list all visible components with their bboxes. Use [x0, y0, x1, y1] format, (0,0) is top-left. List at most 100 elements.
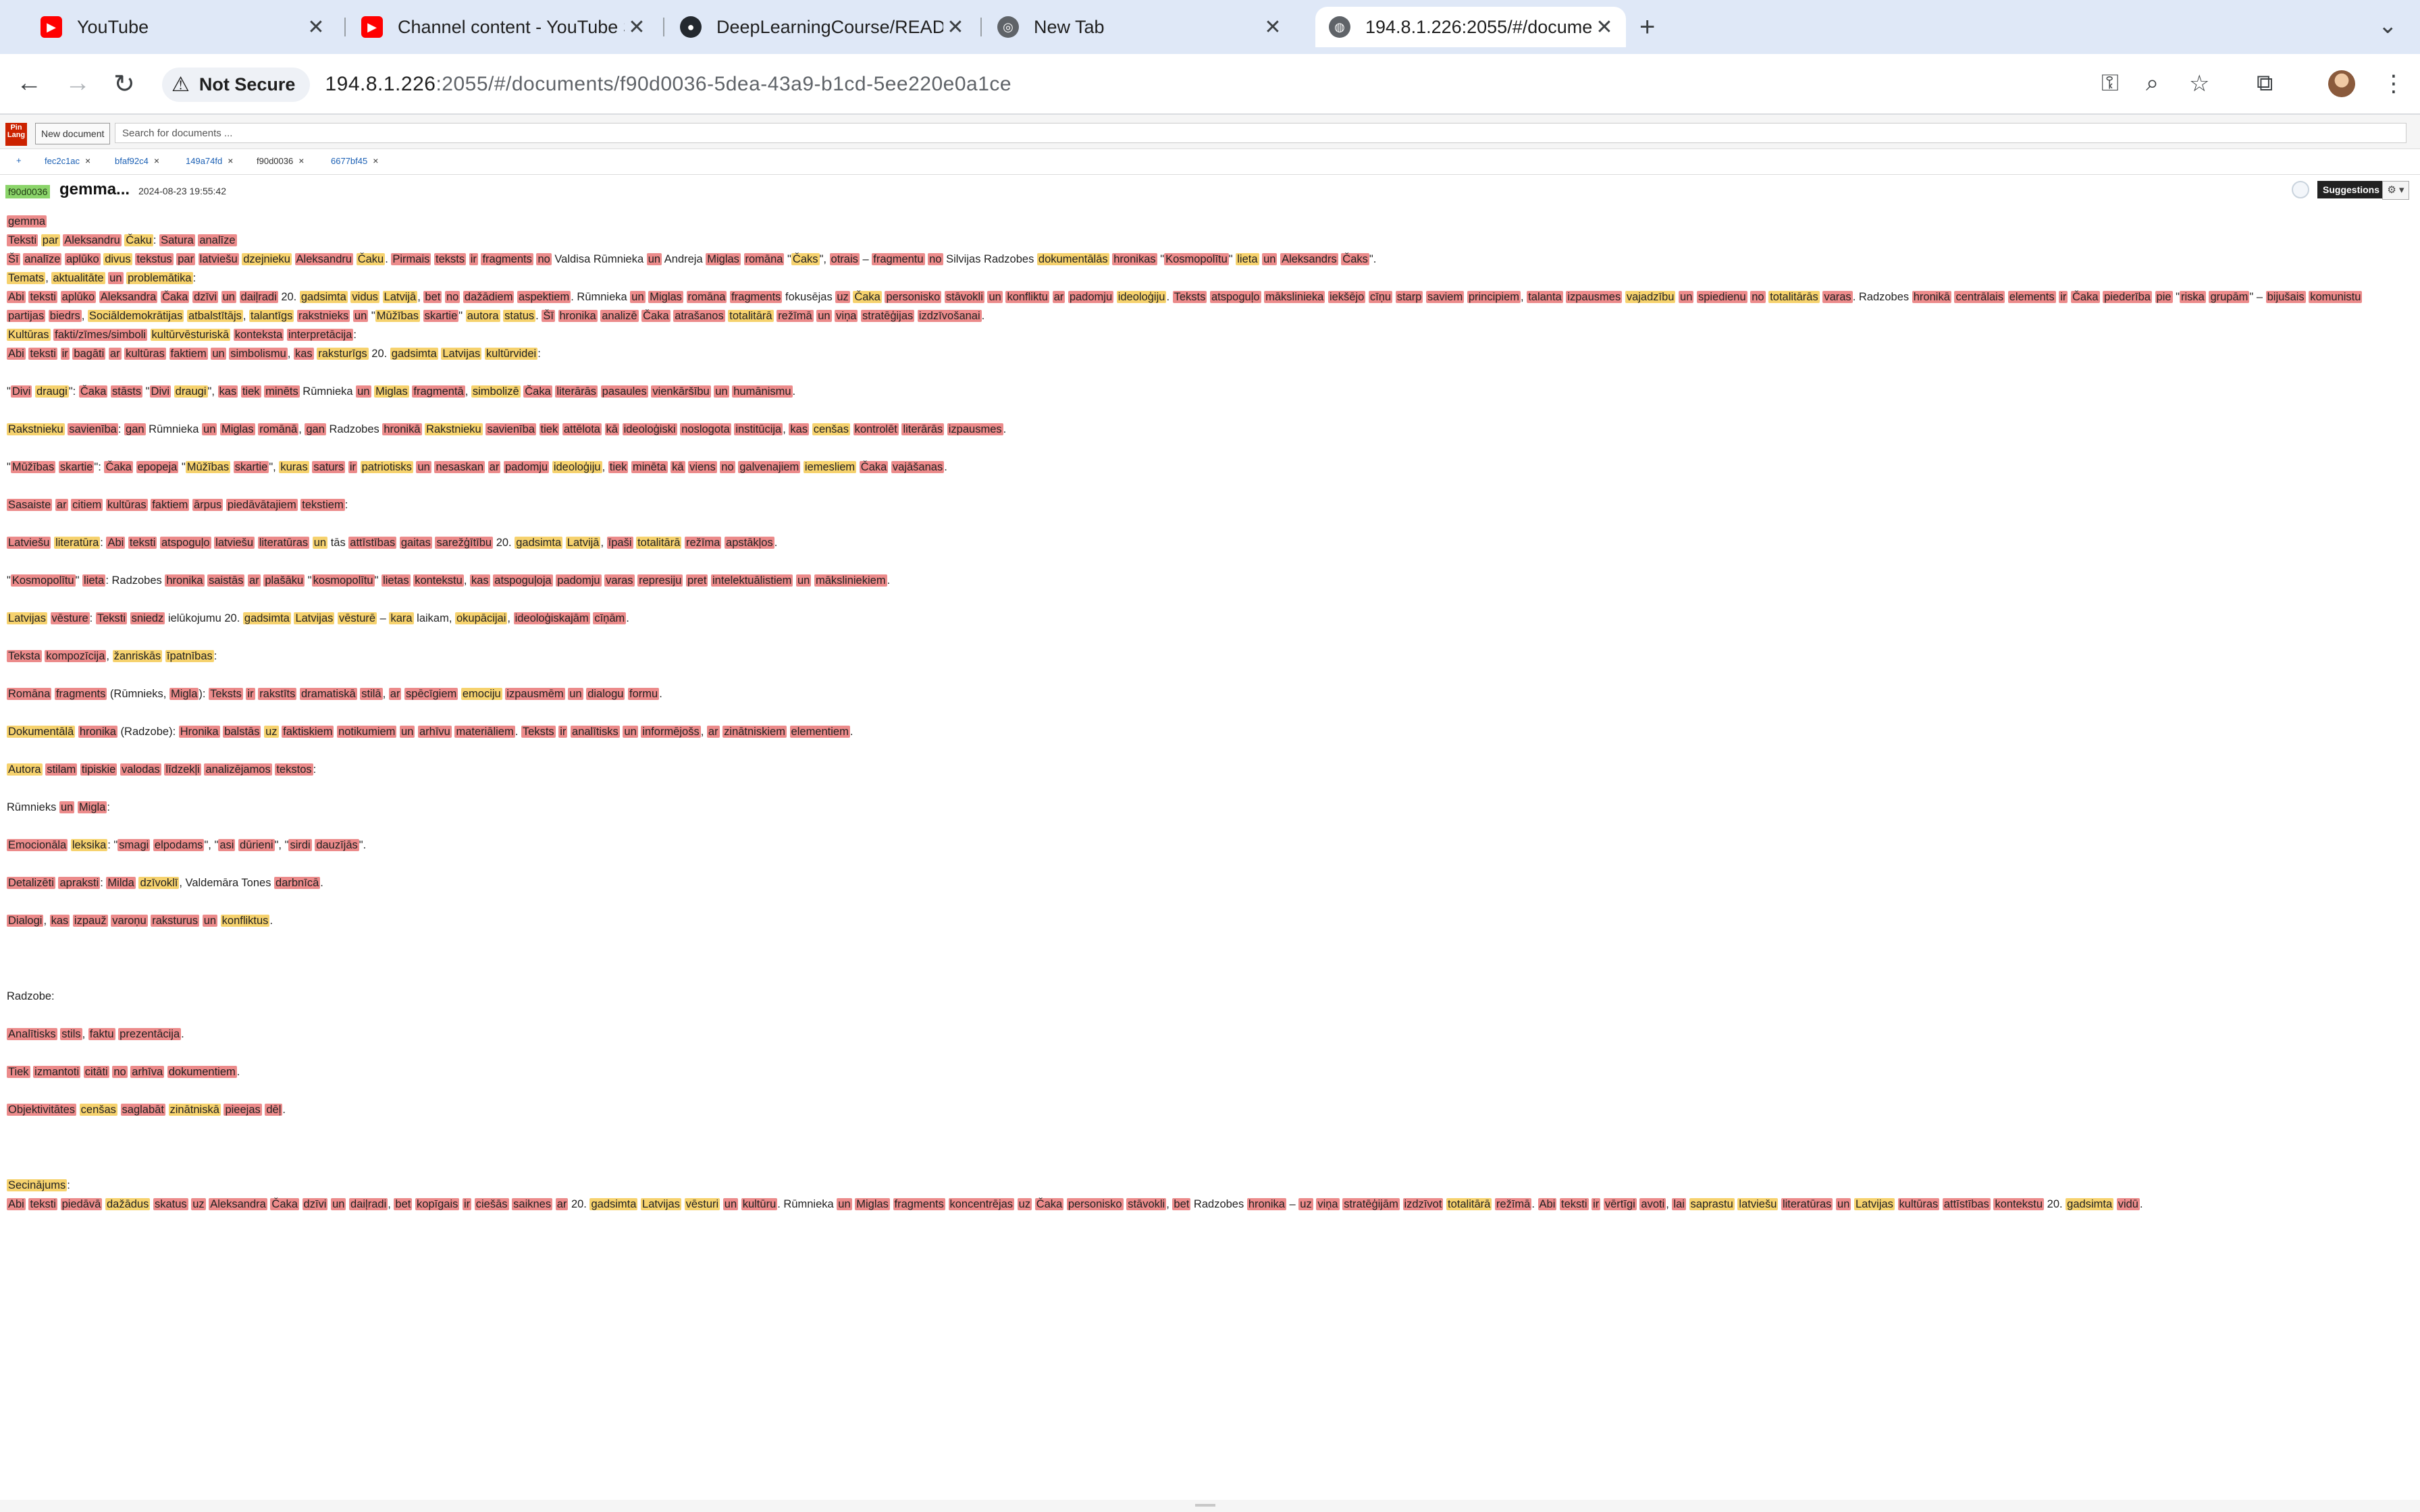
- word-highlight-error[interactable]: apraksti: [58, 877, 101, 889]
- word-highlight-error[interactable]: ar: [388, 688, 402, 700]
- word-highlight-warning[interactable]: cenšas: [812, 423, 850, 435]
- word-highlight-error[interactable]: pie: [2155, 291, 2173, 303]
- word-highlight-warning[interactable]: totalitārā: [728, 310, 774, 322]
- close-icon[interactable]: ✕: [943, 16, 968, 39]
- word-highlight-error[interactable]: lieta: [82, 574, 106, 587]
- word-highlight-error[interactable]: romānā: [258, 423, 299, 435]
- close-icon[interactable]: ×: [228, 155, 233, 166]
- word-highlight-error[interactable]: ideoloģiskajām: [513, 612, 590, 624]
- word-highlight-error[interactable]: elements: [2007, 291, 2056, 303]
- word-highlight-error[interactable]: Abi: [7, 348, 26, 360]
- word-highlight-error[interactable]: Čaka: [859, 461, 889, 473]
- word-highlight-error[interactable]: teksti: [28, 1198, 57, 1210]
- word-highlight-error[interactable]: izdzīvot: [1402, 1198, 1444, 1210]
- password-key-icon[interactable]: ⚿: [2101, 70, 2119, 97]
- word-highlight-error[interactable]: un: [416, 461, 431, 473]
- word-highlight-error[interactable]: cīņu: [1368, 291, 1393, 303]
- word-highlight-warning[interactable]: gadsimta: [299, 291, 348, 303]
- word-highlight-error[interactable]: bet: [394, 1198, 413, 1210]
- word-highlight-error[interactable]: fragments: [54, 688, 107, 700]
- word-highlight-error[interactable]: ir: [2059, 291, 2068, 303]
- close-icon[interactable]: ✕: [1261, 16, 1285, 39]
- word-highlight-warning[interactable]: Latvijā: [382, 291, 418, 303]
- word-highlight-error[interactable]: ārpus: [192, 499, 223, 511]
- word-highlight-error[interactable]: Objektivitātes: [7, 1104, 77, 1116]
- word-highlight-error[interactable]: un: [1836, 1198, 1851, 1210]
- word-highlight-error[interactable]: prezentācija: [118, 1028, 182, 1040]
- word-highlight-warning[interactable]: kultūrvēsturiskā: [150, 329, 231, 341]
- word-highlight-error[interactable]: saturs: [312, 461, 346, 473]
- browser-tab-new-tab[interactable]: ◎ New Tab ✕: [984, 7, 1294, 47]
- scrollbar-handle[interactable]: [1195, 1504, 1215, 1507]
- forward-arrow-icon[interactable]: →: [65, 69, 90, 98]
- document-tab-active[interactable]: f90d0036 ×: [257, 155, 304, 166]
- close-icon[interactable]: ×: [85, 155, 90, 166]
- word-highlight-warning[interactable]: Rakstnieku: [425, 423, 483, 435]
- word-highlight-error[interactable]: bet: [423, 291, 442, 303]
- word-highlight-error[interactable]: Satura: [159, 234, 195, 246]
- word-highlight-error[interactable]: informējošs: [641, 726, 701, 738]
- word-highlight-error[interactable]: otrais: [829, 253, 860, 265]
- word-highlight-error[interactable]: latviešu: [198, 253, 239, 265]
- word-highlight-error[interactable]: ideoloģiski: [622, 423, 677, 435]
- word-highlight-error[interactable]: faktu: [88, 1028, 115, 1040]
- word-highlight-error[interactable]: epopeja: [136, 461, 179, 473]
- word-highlight-error[interactable]: kas: [217, 385, 238, 398]
- word-highlight-error[interactable]: Teksta: [7, 650, 42, 662]
- word-highlight-error[interactable]: par: [176, 253, 196, 265]
- word-highlight-error[interactable]: Čaka: [641, 310, 670, 322]
- word-highlight-error[interactable]: romāna: [743, 253, 785, 265]
- word-highlight-warning[interactable]: literatūra: [54, 537, 101, 549]
- word-highlight-warning[interactable]: Latvijas: [294, 612, 335, 624]
- word-highlight-warning[interactable]: ideoloģiju: [1116, 291, 1167, 303]
- word-highlight-error[interactable]: teksti: [1559, 1198, 1589, 1210]
- word-highlight-error[interactable]: teksti: [128, 537, 157, 549]
- word-highlight-error[interactable]: Miglas: [855, 1198, 890, 1210]
- word-highlight-error[interactable]: no: [444, 291, 461, 303]
- word-highlight-warning[interactable]: dokumentālās: [1036, 253, 1109, 265]
- word-highlight-error[interactable]: kultūras: [124, 348, 166, 360]
- word-highlight-error[interactable]: kas: [293, 348, 314, 360]
- word-highlight-error[interactable]: dramatiskā: [299, 688, 357, 700]
- word-highlight-error[interactable]: skartie: [423, 310, 459, 322]
- word-highlight-error[interactable]: fragments: [481, 253, 533, 265]
- word-highlight-error[interactable]: Teksti: [7, 234, 38, 246]
- word-highlight-error[interactable]: kosmopolītu: [311, 574, 375, 587]
- word-highlight-error[interactable]: faktiem: [169, 348, 208, 360]
- word-highlight-error[interactable]: režīmā: [1494, 1198, 1532, 1210]
- word-highlight-warning[interactable]: raksturīgs: [317, 348, 369, 360]
- word-highlight-error[interactable]: fragmentā: [412, 385, 465, 398]
- security-indicator[interactable]: ⚠ Not Secure: [162, 67, 311, 102]
- word-highlight-error[interactable]: izpausmes: [1566, 291, 1623, 303]
- word-highlight-error[interactable]: analīze: [198, 234, 237, 246]
- word-highlight-error[interactable]: hronika: [165, 574, 205, 587]
- word-highlight-error[interactable]: ir: [469, 253, 478, 265]
- word-highlight-warning[interactable]: totalitārās: [1768, 291, 1820, 303]
- word-highlight-warning[interactable]: ideoloģiju: [552, 461, 602, 473]
- word-highlight-warning[interactable]: gadsimta: [390, 348, 438, 360]
- word-highlight-error[interactable]: fakti/zīmes/simboli: [53, 329, 147, 341]
- word-highlight-error[interactable]: tekstus: [135, 253, 174, 265]
- word-highlight-error[interactable]: atrašanos: [673, 310, 725, 322]
- word-highlight-error[interactable]: kā: [670, 461, 685, 473]
- word-highlight-error[interactable]: tiek: [240, 385, 261, 398]
- word-highlight-error[interactable]: Teksts: [209, 688, 243, 700]
- word-highlight-error[interactable]: lietas: [382, 574, 411, 587]
- word-highlight-error[interactable]: dēļ: [265, 1104, 283, 1116]
- word-highlight-warning[interactable]: gadsimta: [242, 612, 291, 624]
- word-highlight-error[interactable]: atspoguļoja: [493, 574, 553, 587]
- word-highlight-error[interactable]: viens: [688, 461, 717, 473]
- new-tab-icon[interactable]: +: [1639, 12, 1655, 43]
- word-highlight-error[interactable]: skartie: [58, 461, 95, 473]
- word-highlight-error[interactable]: literārās: [555, 385, 598, 398]
- word-highlight-error[interactable]: analizējamos: [204, 763, 272, 776]
- word-highlight-error[interactable]: ar: [555, 1198, 569, 1210]
- word-highlight-error[interactable]: attīstības: [348, 537, 397, 549]
- browser-tab-github[interactable]: ● DeepLearningCourse/README.md ✕: [666, 7, 977, 47]
- word-highlight-error[interactable]: ar: [1052, 291, 1066, 303]
- word-highlight-warning[interactable]: totalitārā: [636, 537, 682, 549]
- word-highlight-warning[interactable]: status: [503, 310, 536, 322]
- word-highlight-error[interactable]: atspoguļo: [1209, 291, 1261, 303]
- word-highlight-error[interactable]: tipiskie: [80, 763, 117, 776]
- word-highlight-error[interactable]: Tiek: [7, 1066, 30, 1078]
